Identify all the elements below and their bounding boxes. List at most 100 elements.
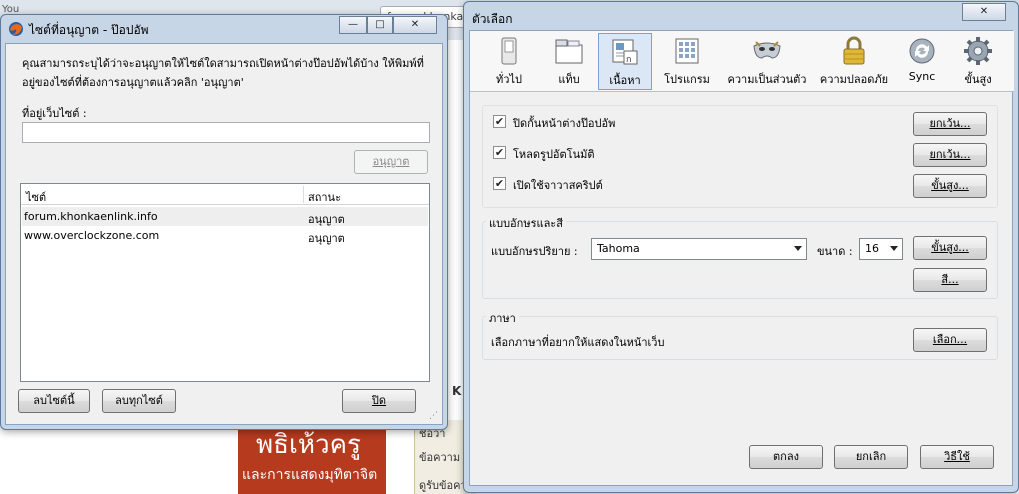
default-font-select[interactable]: Tahoma <box>591 238 807 260</box>
fonts-advanced-button[interactable]: ขั้นสูง... <box>913 236 987 260</box>
tabs-icon <box>555 39 583 64</box>
options-window: ตัวเลือก ✕ ทั่วไป แท็บ ก เนื้อหา โปรแกรม… <box>463 1 1019 493</box>
colors-button-label: สี... <box>941 273 959 286</box>
block-popups-checkbox[interactable]: ✔ <box>493 115 506 128</box>
allow-button[interactable]: อนุญาต <box>354 150 428 174</box>
sync-icon <box>909 38 935 64</box>
languages-group-caption: ภาษา <box>486 309 519 327</box>
enable-javascript-checkbox[interactable]: ✔ <box>493 177 506 190</box>
ok-button-label: ตกลง <box>773 450 799 463</box>
default-font-label: แบบอักษรปริยาย : <box>491 245 578 258</box>
choose-language-button[interactable]: เลือก... <box>913 328 987 352</box>
allow-button-label: อนุญาต <box>372 155 410 168</box>
javascript-advanced-button[interactable]: ขั้นสูง... <box>913 174 987 198</box>
popup-exceptions-label: ยกเว้น... <box>929 117 971 130</box>
close-button[interactable]: ปิด <box>342 389 416 413</box>
chevron-down-icon <box>890 246 898 251</box>
banner-line2: และการแสดงมุทิตาจิต <box>242 467 378 483</box>
firefox-icon <box>9 22 23 36</box>
background-banner: พธิเห้วครู และการแสดงมุทิตาจิต <box>238 420 386 494</box>
tab-applications[interactable]: โปรแกรม <box>652 33 722 90</box>
remove-site-label: ลบไซต์นี้ <box>33 394 75 407</box>
javascript-advanced-label: ขั้นสูง... <box>931 179 969 192</box>
maximize-button[interactable]: □ <box>367 16 393 34</box>
font-size-value: 16 <box>865 242 879 255</box>
address-label: ที่อยู่เว็บไซต์ : <box>22 107 87 120</box>
close-icon[interactable]: ✕ <box>962 3 1006 21</box>
tab-label: โปรแกรม <box>664 73 710 86</box>
table-row[interactable]: forum.khonkaenlink.info อนุญาต <box>22 207 428 226</box>
content-checkbox-group: ✔ ปิดกั้นหน้าต่างป๊อปอัพ ยกเว้น... ✔ โหล… <box>482 105 998 208</box>
tab-tabs[interactable]: แท็บ <box>540 33 598 90</box>
window-title: ไซต์ที่อนุญาต - ป๊อปอัพ <box>29 23 149 37</box>
table-row[interactable]: www.overclockzone.com อนุญาต <box>22 226 428 245</box>
sites-list[interactable]: ไซต์ สถานะ forum.khonkaenlink.info อนุญา… <box>20 183 430 382</box>
options-titlebar[interactable]: ตัวเลือก ✕ <box>464 2 1018 30</box>
minimize-button[interactable]: — <box>339 16 367 34</box>
close-button-label: ปิด <box>371 394 387 407</box>
tab-sync[interactable]: Sync <box>896 33 948 90</box>
remove-site-button[interactable]: ลบไซต์นี้ <box>18 389 90 413</box>
row-site: www.overclockzone.com <box>24 229 160 242</box>
remove-all-button[interactable]: ลบทุกไซต์ <box>102 389 176 413</box>
popup-exceptions-window: ไซต์ที่อนุญาต - ป๊อปอัพ — □ ✕ คุณสามารถร… <box>0 14 448 430</box>
resize-grip-icon[interactable]: ⋰ <box>429 411 439 421</box>
address-input[interactable] <box>22 122 430 143</box>
column-separator <box>303 186 304 203</box>
row-status: อนุญาต <box>308 232 345 245</box>
column-site[interactable]: ไซต์ <box>26 188 46 206</box>
font-size-label: ขนาด : <box>817 245 853 258</box>
mask-icon <box>753 41 781 59</box>
background-side-row: ข้อความ <box>419 451 461 464</box>
popup-exceptions-titlebar[interactable]: ไซต์ที่อนุญาต - ป๊อปอัพ — □ ✕ <box>1 15 447 43</box>
switch-icon <box>501 37 517 65</box>
languages-group: ภาษา เลือกภาษาที่อยากให้แสดงในหน้าเว็บ เ… <box>482 309 998 360</box>
tab-label: ขั้นสูง <box>964 73 992 86</box>
fonts-advanced-label: ขั้นสูง... <box>931 241 969 254</box>
tab-label: ความปลอดภัย <box>819 73 889 86</box>
options-client: ทั่วไป แท็บ ก เนื้อหา โปรแกรม ความเป็นส่… <box>469 30 1014 486</box>
ok-button[interactable]: ตกลง <box>749 445 823 469</box>
font-size-select[interactable]: 16 <box>859 238 903 260</box>
popup-exceptions-client: คุณสามารถระบุได้ว่าจะอนุญาตให้ไซต์ใดสามา… <box>5 43 443 425</box>
row-site: forum.khonkaenlink.info <box>24 210 158 223</box>
tab-label: เนื้อหา <box>609 74 641 87</box>
choose-language-label: เลือก... <box>932 333 968 346</box>
default-font-value: Tahoma <box>597 242 640 255</box>
sites-list-header: ไซต์ สถานะ <box>21 184 429 205</box>
load-images-label[interactable]: โหลดรูปอัตโนมัติ <box>513 145 595 163</box>
tab-label: แท็บ <box>558 73 580 86</box>
enable-javascript-label[interactable]: เปิดใช้จาวาสคริปต์ <box>513 176 603 194</box>
window-title: ตัวเลือก <box>472 12 513 26</box>
fonts-colors-group: แบบอักษรและสี แบบอักษรปริยาย : Tahoma ขน… <box>482 214 998 299</box>
load-images-checkbox[interactable]: ✔ <box>493 146 506 159</box>
chevron-down-icon <box>794 246 802 251</box>
applications-icon <box>675 38 699 64</box>
tab-privacy[interactable]: ความเป็นส่วนตัว <box>722 33 812 90</box>
tab-label: ทั่วไป <box>496 73 522 86</box>
column-status[interactable]: สถานะ <box>308 188 341 206</box>
lock-icon <box>843 36 865 65</box>
description-text: คุณสามารถระบุได้ว่าจะอนุญาตให้ไซต์ใดสามา… <box>22 57 424 89</box>
fonts-group-caption: แบบอักษรและสี <box>486 214 566 232</box>
colors-button[interactable]: สี... <box>913 268 987 292</box>
tab-general[interactable]: ทั่วไป <box>478 33 540 90</box>
image-exceptions-label: ยกเว้น... <box>929 148 971 161</box>
options-tab-toolbar: ทั่วไป แท็บ ก เนื้อหา โปรแกรม ความเป็นส่… <box>470 31 1014 92</box>
languages-description: เลือกภาษาที่อยากให้แสดงในหน้าเว็บ <box>491 336 665 349</box>
tab-content[interactable]: ก เนื้อหา <box>598 33 652 90</box>
block-popups-label[interactable]: ปิดกั้นหน้าต่างป๊อปอัพ <box>513 114 615 132</box>
popup-exceptions-button[interactable]: ยกเว้น... <box>913 112 987 136</box>
tab-security[interactable]: ความปลอดภัย <box>812 33 896 90</box>
tab-advanced[interactable]: ขั้นสูง <box>948 33 1008 90</box>
tab-label: Sync <box>908 70 936 83</box>
help-button[interactable]: วิธีใช้ <box>920 445 994 469</box>
image-exceptions-button[interactable]: ยกเว้น... <box>913 143 987 167</box>
remove-all-label: ลบทุกไซต์ <box>115 394 163 407</box>
content-icon: ก <box>612 39 638 65</box>
close-icon[interactable]: ✕ <box>393 16 437 34</box>
svg-text:ก: ก <box>626 55 631 65</box>
banner-line1: พธิเห้วครู <box>256 430 361 460</box>
cancel-button[interactable]: ยกเลิก <box>834 445 908 469</box>
cancel-button-label: ยกเลิก <box>855 450 887 463</box>
